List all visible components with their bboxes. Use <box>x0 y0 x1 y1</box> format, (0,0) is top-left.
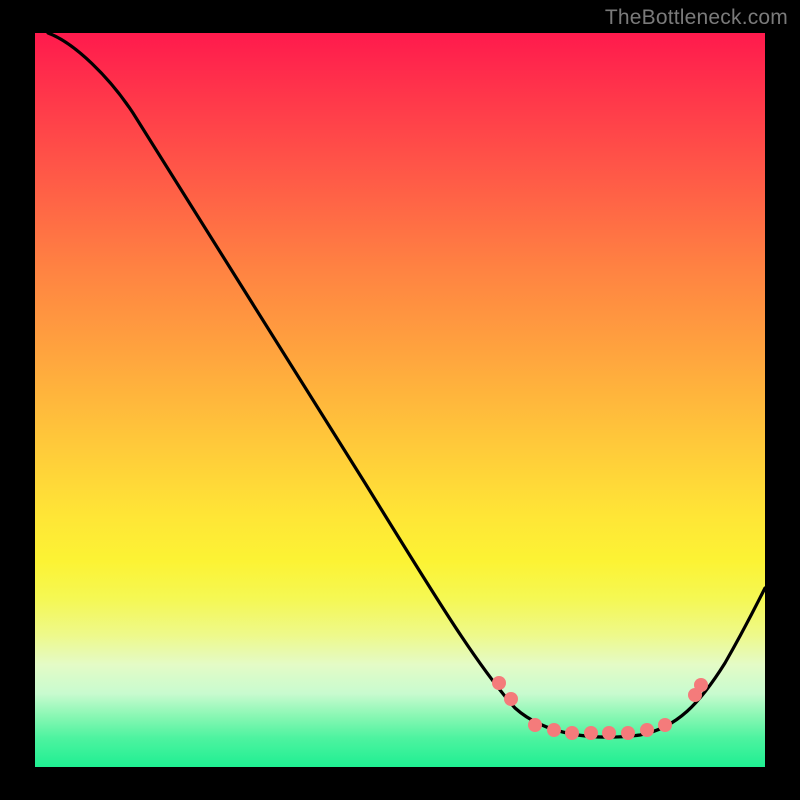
chart-svg <box>35 33 765 767</box>
marker-dot <box>547 723 561 737</box>
curve-group <box>48 33 765 737</box>
marker-dot <box>640 723 654 737</box>
chart-frame: TheBottleneck.com <box>0 0 800 800</box>
marker-dot <box>584 726 598 740</box>
marker-dot <box>621 726 635 740</box>
marker-dot <box>694 678 708 692</box>
plot-area <box>35 33 765 767</box>
marker-dot <box>504 692 518 706</box>
marker-dot <box>565 726 579 740</box>
marker-group <box>492 676 708 740</box>
marker-dot <box>528 718 542 732</box>
marker-dot <box>492 676 506 690</box>
watermark-text: TheBottleneck.com <box>605 6 788 30</box>
marker-dot <box>602 726 616 740</box>
marker-dot <box>658 718 672 732</box>
bottleneck-curve <box>48 33 765 737</box>
